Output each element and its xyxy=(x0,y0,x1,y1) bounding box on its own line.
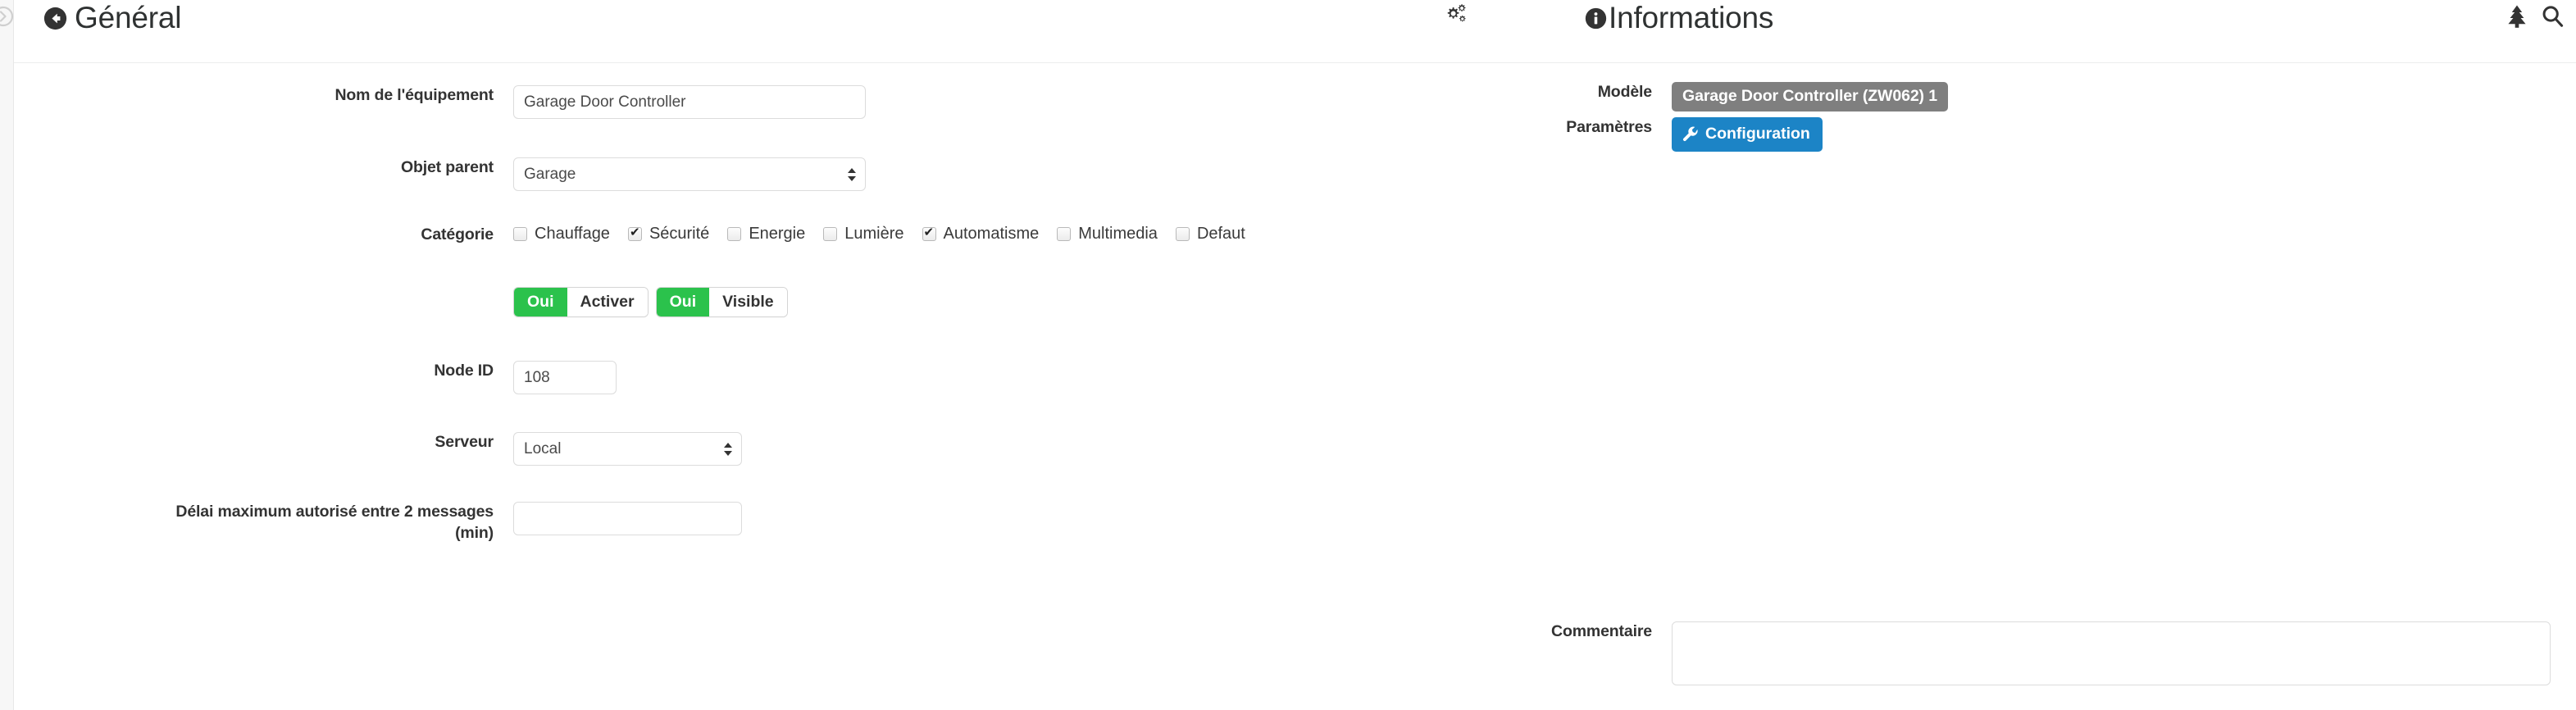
timeout-input[interactable] xyxy=(513,502,742,535)
parameters-label: Paramètres xyxy=(1566,118,1652,136)
checkbox-box[interactable] xyxy=(727,227,742,241)
arrow-circle-left-icon[interactable] xyxy=(43,7,67,30)
checkbox-box[interactable] xyxy=(922,225,936,241)
node-id-input[interactable] xyxy=(513,361,617,394)
category-checkbox-group: Chauffage Sécurité Energie Lumière xyxy=(513,225,1245,243)
category-checkbox-energie[interactable]: Energie xyxy=(727,225,805,243)
node-id-label: Node ID xyxy=(434,362,494,380)
checkbox-box[interactable] xyxy=(1175,227,1190,241)
field-row-timeout: Délai maximum autorisé entre 2 messages … xyxy=(14,502,1162,544)
informations-panel-header: Informations xyxy=(1496,0,2576,63)
toggle-activer-label[interactable]: Activer xyxy=(567,288,648,316)
info-circle-icon xyxy=(1585,7,1607,30)
field-row-model: Modèle Garage Door Controller (ZW062) 1 xyxy=(1496,82,2562,112)
informations-panel: Informations Modèle Garage Door Controll… xyxy=(1496,0,2576,710)
checkbox-label: Automatisme xyxy=(943,225,1040,243)
general-panel-header: Général xyxy=(14,0,1496,63)
checkbox-label: Lumière xyxy=(844,225,904,243)
field-row-name: Nom de l'équipement xyxy=(14,85,1162,119)
category-checkbox-chauffage[interactable]: Chauffage xyxy=(513,225,610,243)
checkbox-box[interactable] xyxy=(627,225,642,241)
checkbox-label: Multimedia xyxy=(1078,225,1158,243)
checkbox-label: Defaut xyxy=(1196,225,1245,243)
name-input[interactable] xyxy=(513,85,866,119)
sidebar-expand-toggle-icon[interactable] xyxy=(0,5,15,28)
general-panel: Général Nom de l'équipement Garage Door … xyxy=(14,0,1496,710)
toggle-group-container: Oui Activer Oui Visible xyxy=(513,287,788,317)
configuration-button[interactable]: Configuration xyxy=(1672,117,1823,152)
field-row-node-id: Node ID xyxy=(14,361,1162,394)
page-title: Général xyxy=(43,1,181,35)
category-checkbox-lumiere[interactable]: Lumière xyxy=(823,225,904,243)
parent-select-value: Garage xyxy=(524,165,576,183)
equipment-settings-page: Général Nom de l'équipement Garage Door … xyxy=(0,0,2576,710)
parent-label: Objet parent xyxy=(400,158,494,176)
checkbox-label: Sécurité xyxy=(649,225,710,243)
field-row-comment: Commentaire xyxy=(1496,621,2562,690)
field-row-parent: Objet parent Garage xyxy=(14,157,1162,191)
server-select-value: Local xyxy=(524,439,562,457)
category-checkbox-automatisme[interactable]: Automatisme xyxy=(922,225,1040,243)
toggle-activer-state[interactable]: Oui xyxy=(514,288,567,316)
checkbox-box[interactable] xyxy=(823,227,838,241)
comment-textarea[interactable] xyxy=(1672,621,2551,685)
select-arrows-icon xyxy=(848,167,856,181)
informations-title-text: Informations xyxy=(1609,1,1774,34)
server-select[interactable]: Local xyxy=(513,432,742,466)
model-label: Modèle xyxy=(1597,83,1652,101)
toggle-visible-state[interactable]: Oui xyxy=(656,288,710,316)
select-arrows-icon xyxy=(724,442,732,456)
field-row-server: Serveur Local xyxy=(14,432,1162,466)
general-panel-header-actions xyxy=(1442,2,1469,26)
search-icon[interactable] xyxy=(2541,4,2565,29)
category-label: Catégorie xyxy=(421,225,494,243)
field-row-parameters: Paramètres Configuration xyxy=(1496,117,2562,152)
checkbox-label: Energie xyxy=(749,225,806,243)
category-checkbox-multimedia[interactable]: Multimedia xyxy=(1057,225,1158,243)
parent-select[interactable]: Garage xyxy=(513,157,866,191)
toggle-activer[interactable]: Oui Activer xyxy=(513,287,649,317)
comment-label: Commentaire xyxy=(1551,622,1652,640)
informations-title: Informations xyxy=(1585,1,1773,35)
checkbox-label: Chauffage xyxy=(535,225,610,243)
page-title-text: Général xyxy=(75,1,182,34)
field-row-toggles: Oui Activer Oui Visible xyxy=(14,287,1162,317)
informations-panel-header-actions xyxy=(2506,4,2565,29)
toggle-visible-label[interactable]: Visible xyxy=(709,288,787,316)
toggle-visible[interactable]: Oui Visible xyxy=(655,287,788,317)
name-label: Nom de l'équipement xyxy=(335,86,494,104)
checkbox-box[interactable] xyxy=(513,227,527,241)
timeout-label-line1: Délai maximum autorisé entre 2 messages xyxy=(175,503,494,521)
timeout-label-line2: (min) xyxy=(455,523,494,542)
timeout-label: Délai maximum autorisé entre 2 messages … xyxy=(14,502,494,544)
category-checkbox-securite[interactable]: Sécurité xyxy=(627,225,710,243)
checkbox-box[interactable] xyxy=(1057,227,1072,241)
wrench-icon xyxy=(1682,126,1699,143)
category-checkbox-defaut[interactable]: Defaut xyxy=(1175,225,1245,243)
configuration-button-label: Configuration xyxy=(1705,125,1810,143)
cogs-icon[interactable] xyxy=(1442,2,1469,26)
tree-icon[interactable] xyxy=(2506,4,2528,29)
collapsed-sidebar-strip xyxy=(0,0,14,710)
field-row-category: Catégorie Chauffage Sécurité Energie xyxy=(14,225,1408,246)
model-badge: Garage Door Controller (ZW062) 1 xyxy=(1672,82,1949,112)
server-label: Serveur xyxy=(435,433,494,451)
